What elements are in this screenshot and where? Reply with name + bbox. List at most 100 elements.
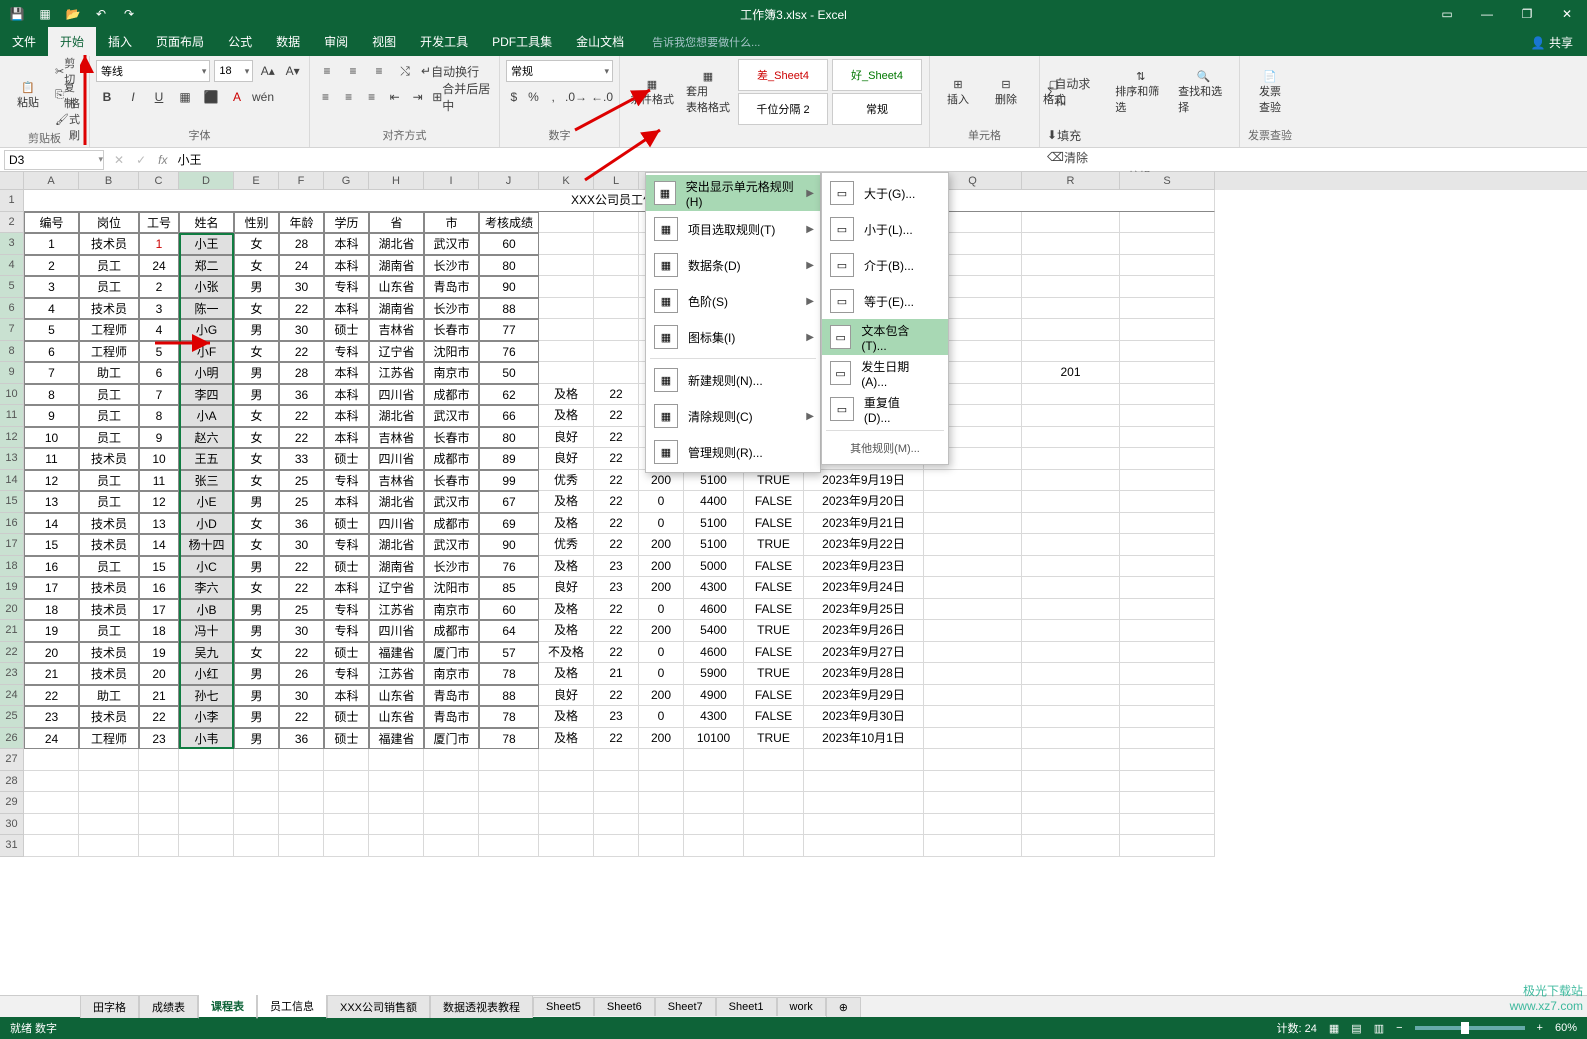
cell[interactable]: 山东省 (369, 706, 424, 728)
cell[interactable]: 14 (24, 513, 79, 535)
cell[interactable]: 本科 (324, 233, 369, 255)
cell[interactable]: 36 (279, 513, 324, 535)
cell[interactable]: 青岛市 (424, 276, 479, 298)
cell[interactable]: 员工 (79, 384, 139, 406)
menu-item[interactable]: ▭大于(G)... (822, 175, 948, 211)
clear-button[interactable]: ⌫ 清除 (1046, 146, 1089, 168)
cell[interactable] (1120, 642, 1215, 664)
row-header[interactable]: 29 (0, 792, 24, 814)
insert-cells-button[interactable]: ⊞插入 (936, 60, 980, 124)
cell[interactable] (1022, 534, 1120, 556)
cell[interactable] (1022, 298, 1120, 320)
cell[interactable]: 湖南省 (369, 556, 424, 578)
cell[interactable] (639, 749, 684, 771)
cell[interactable]: 福建省 (369, 642, 424, 664)
cell[interactable] (744, 792, 804, 814)
menu-item[interactable]: ▭小于(L)... (822, 211, 948, 247)
cell[interactable] (324, 792, 369, 814)
cell[interactable]: 28 (279, 362, 324, 384)
cell[interactable] (539, 814, 594, 836)
cell[interactable]: 男 (234, 620, 279, 642)
cell[interactable]: 3 (139, 298, 179, 320)
row-header[interactable]: 22 (0, 642, 24, 664)
cell[interactable]: 员工 (79, 491, 139, 513)
cell[interactable] (539, 341, 594, 363)
cell[interactable]: 硕士 (324, 319, 369, 341)
cell[interactable] (1120, 663, 1215, 685)
cell[interactable]: 长沙市 (424, 255, 479, 277)
cell[interactable]: 22 (594, 620, 639, 642)
cell[interactable]: 13 (24, 491, 79, 513)
cell[interactable]: 10 (24, 427, 79, 449)
cell[interactable]: 26 (279, 663, 324, 685)
align-middle-icon[interactable]: ≡ (342, 60, 364, 82)
cell[interactable]: 77 (479, 319, 539, 341)
cell[interactable]: 学历 (324, 212, 369, 234)
invoice-check-button[interactable]: 📄发票 查验 (1246, 60, 1294, 124)
cell[interactable]: 技术员 (79, 534, 139, 556)
cell[interactable] (539, 771, 594, 793)
tab-视图[interactable]: 视图 (360, 27, 408, 56)
cell[interactable] (79, 814, 139, 836)
cell[interactable] (539, 298, 594, 320)
cell[interactable]: 专科 (324, 276, 369, 298)
cell[interactable] (594, 233, 639, 255)
cell[interactable]: 男 (234, 362, 279, 384)
cell[interactable]: 成都市 (424, 384, 479, 406)
tab-PDF工具集[interactable]: PDF工具集 (480, 27, 564, 56)
cell[interactable]: 小F (179, 341, 234, 363)
cell[interactable]: 0 (639, 706, 684, 728)
cell[interactable]: 2023年9月21日 (804, 513, 924, 535)
cell[interactable] (539, 276, 594, 298)
cell[interactable] (1120, 298, 1215, 320)
cell[interactable]: 湖北省 (369, 233, 424, 255)
select-all-corner[interactable] (0, 172, 24, 190)
cell[interactable]: 2023年9月29日 (804, 685, 924, 707)
cell-style-good[interactable]: 好_Sheet4 (832, 59, 922, 91)
view-pagebreak-icon[interactable]: ▥ (1374, 1022, 1384, 1035)
currency-icon[interactable]: $ (506, 86, 522, 108)
cell[interactable] (744, 771, 804, 793)
fill-button[interactable]: ⬇ 填充 (1046, 124, 1082, 146)
cell[interactable]: 技术员 (79, 448, 139, 470)
cell[interactable]: 工号 (139, 212, 179, 234)
row-header[interactable]: 14 (0, 470, 24, 492)
cell[interactable]: 25 (279, 599, 324, 621)
cell[interactable] (594, 835, 639, 857)
cell[interactable]: 江苏省 (369, 599, 424, 621)
cell[interactable]: 孙七 (179, 685, 234, 707)
cell[interactable]: 专科 (324, 620, 369, 642)
cell[interactable]: 200 (639, 556, 684, 578)
menu-item[interactable]: ▭发生日期(A)... (822, 355, 948, 391)
sheet-tab[interactable]: 数据透视表教程 (430, 995, 533, 1018)
cell[interactable]: 8 (139, 405, 179, 427)
cell[interactable]: 技术员 (79, 642, 139, 664)
cell[interactable] (234, 835, 279, 857)
cell[interactable]: 省 (369, 212, 424, 234)
cell[interactable]: 男 (234, 276, 279, 298)
cell[interactable]: 长春市 (424, 427, 479, 449)
find-select-button[interactable]: 🔍查找和选择 (1174, 60, 1233, 124)
cell[interactable]: 员工 (79, 427, 139, 449)
column-header[interactable]: F (279, 172, 324, 190)
cell[interactable]: 25 (279, 491, 324, 513)
cell[interactable]: 2023年9月20日 (804, 491, 924, 513)
cell[interactable]: 2023年10月1日 (804, 728, 924, 750)
cell[interactable]: 女 (234, 233, 279, 255)
cell[interactable] (684, 835, 744, 857)
row-header[interactable]: 25 (0, 706, 24, 728)
cell[interactable]: 青岛市 (424, 685, 479, 707)
ribbon-options-icon[interactable]: ▭ (1427, 0, 1467, 28)
cell[interactable] (1022, 749, 1120, 771)
row-header[interactable]: 30 (0, 814, 24, 836)
column-header[interactable]: G (324, 172, 369, 190)
cell[interactable] (924, 599, 1022, 621)
cell[interactable]: 0 (639, 642, 684, 664)
cell[interactable]: 专科 (324, 599, 369, 621)
row-header[interactable]: 31 (0, 835, 24, 857)
cell[interactable]: 3 (24, 276, 79, 298)
row-header[interactable]: 18 (0, 556, 24, 578)
font-face-combo[interactable]: 等线 (96, 60, 210, 82)
cell[interactable]: 四川省 (369, 448, 424, 470)
cell[interactable] (924, 685, 1022, 707)
